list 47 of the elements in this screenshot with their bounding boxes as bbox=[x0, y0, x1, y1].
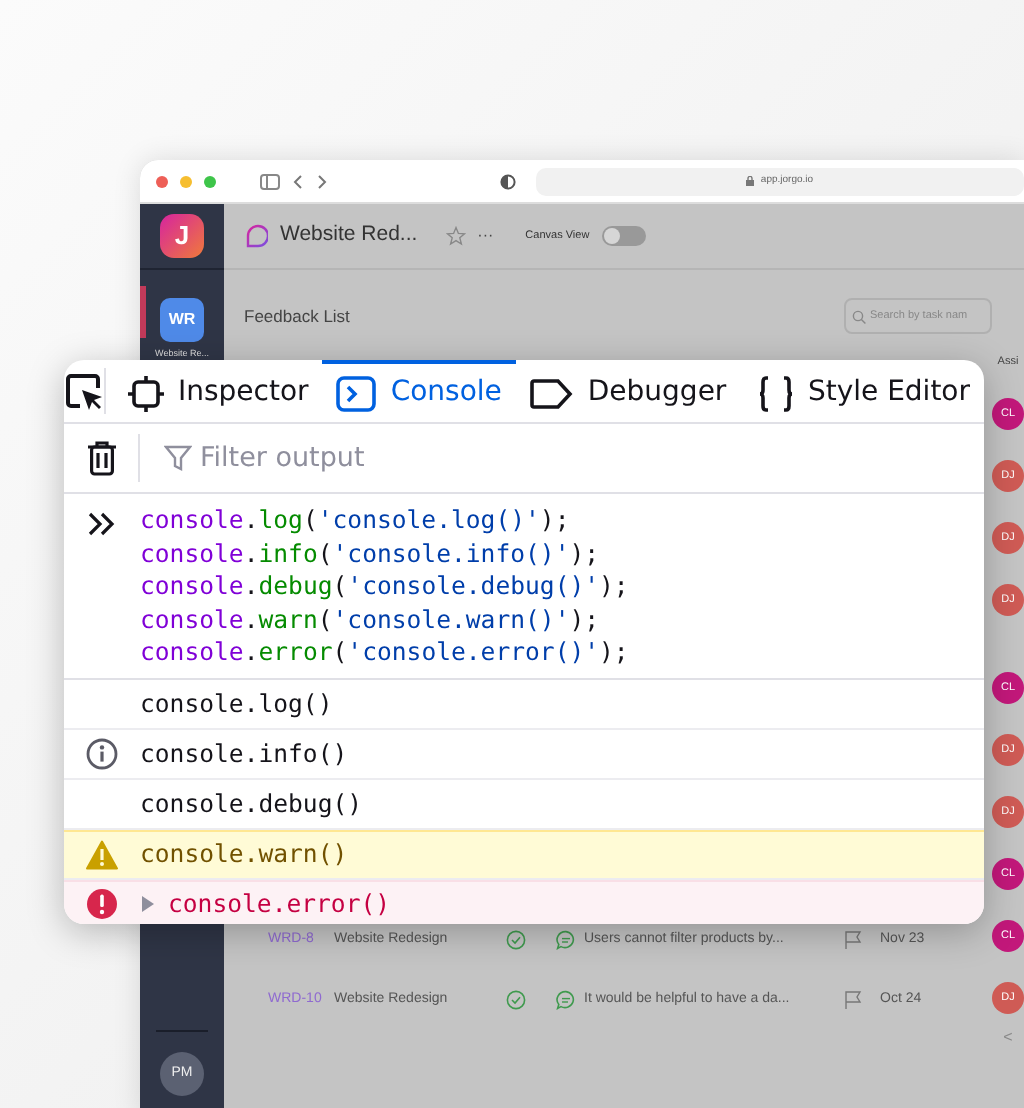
project-title: Website Red... bbox=[280, 220, 418, 251]
search-icon bbox=[852, 309, 866, 323]
console-message: console.debug() bbox=[140, 787, 363, 822]
comment-icon bbox=[556, 930, 576, 950]
star-icon[interactable] bbox=[445, 226, 466, 246]
chat-bubble-icon bbox=[244, 224, 268, 248]
check-circle-icon bbox=[506, 990, 526, 1010]
console-message: console.log() bbox=[140, 687, 333, 722]
privacy-icon[interactable] bbox=[500, 173, 516, 189]
page-title: Feedback List bbox=[244, 303, 350, 329]
code-line: console.info('console.info()'); bbox=[140, 537, 602, 571]
inspector-icon bbox=[128, 375, 164, 411]
flag-icon bbox=[844, 990, 864, 1010]
code-line: console.error('console.error()'); bbox=[140, 636, 629, 670]
warning-icon bbox=[86, 839, 118, 870]
console-message: console.info() bbox=[140, 737, 348, 772]
devtools-tab[interactable]: Console bbox=[322, 360, 516, 422]
braces-icon bbox=[757, 375, 794, 411]
devtools-tab[interactable]: Style Editor bbox=[743, 360, 984, 422]
double-chevron-icon bbox=[88, 512, 116, 536]
info-icon bbox=[86, 737, 118, 770]
code-line: console.log('console.log()'); bbox=[140, 504, 572, 538]
comment-icon bbox=[556, 990, 576, 1010]
sidebar-icon[interactable] bbox=[260, 173, 280, 189]
app-logo[interactable]: J bbox=[160, 214, 204, 258]
element-picker-icon[interactable] bbox=[64, 371, 104, 411]
lock-icon bbox=[746, 176, 755, 186]
filter-field[interactable]: Filter output bbox=[200, 437, 700, 479]
check-circle-icon bbox=[506, 930, 526, 950]
console-message: console.error() bbox=[168, 888, 391, 923]
flag-icon bbox=[844, 930, 864, 950]
devtools-tab[interactable]: Debugger bbox=[515, 360, 741, 422]
workspace-tile[interactable]: WR bbox=[160, 298, 204, 342]
back-icon[interactable] bbox=[292, 173, 304, 189]
console-message: console.warn() bbox=[140, 838, 348, 873]
console-icon bbox=[336, 375, 377, 411]
code-line: console.debug('console.debug()'); bbox=[140, 570, 629, 604]
devtools-tab[interactable]: Inspector bbox=[114, 360, 323, 422]
tag-icon bbox=[529, 377, 574, 409]
more-button[interactable]: ··· bbox=[477, 224, 494, 248]
filter-icon bbox=[164, 444, 192, 472]
code-line: console.warn('console.warn()'); bbox=[140, 603, 602, 637]
expand-caret-icon[interactable] bbox=[140, 894, 156, 915]
trash-icon[interactable] bbox=[85, 440, 117, 476]
forward-icon[interactable] bbox=[316, 173, 328, 189]
error-icon bbox=[86, 888, 118, 921]
canvas-view-toggle[interactable] bbox=[601, 226, 646, 246]
